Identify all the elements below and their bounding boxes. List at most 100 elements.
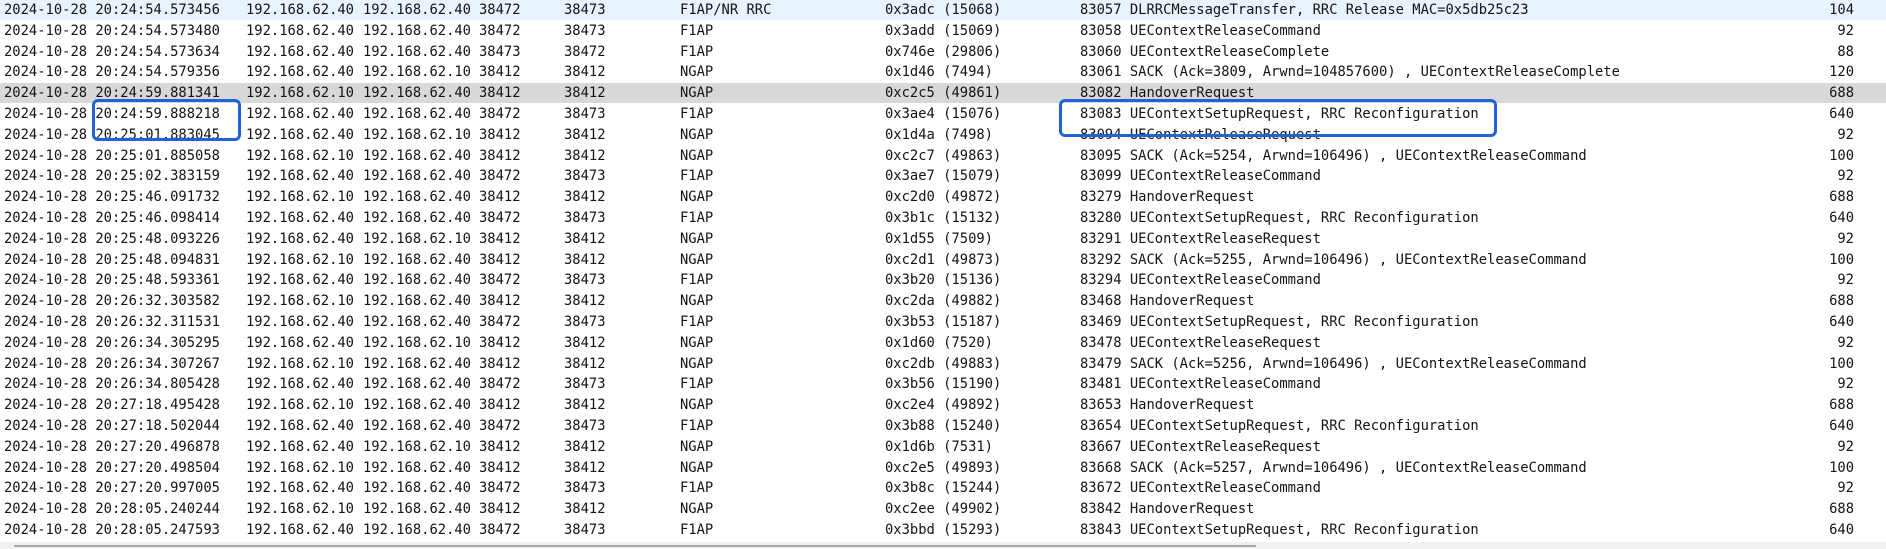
protocol-cell: NGAP <box>680 230 714 247</box>
length-cell: 92 <box>1837 480 1854 497</box>
packet-row[interactable]: 2024-10-28 20:27:20.496878 192.168.62.40 1… <box>0 436 1886 457</box>
tsn-cell: 0xc2d0 (49872) <box>885 189 1002 206</box>
timestamp-cell: 2024-10-28 20:25:46.091732 <box>4 189 220 206</box>
length-cell: 120 <box>1829 64 1854 81</box>
length-cell: 640 <box>1829 210 1854 226</box>
protocol-cell: NGAP <box>680 501 714 518</box>
packet-row[interactable]: 2024-10-28 20:24:54.573634 192.168.62.40 1… <box>0 41 1886 62</box>
packet-row[interactable]: 2024-10-28 20:24:54.579356 192.168.62.40 1… <box>0 62 1886 83</box>
packet-row[interactable]: 2024-10-28 20:25:46.098414 192.168.62.40 1… <box>0 208 1886 228</box>
packet-row[interactable]: 2024-10-28 20:27:18.502044 192.168.62.40 1… <box>0 416 1886 436</box>
packet-row[interactable]: 2024-10-28 20:25:48.094831 192.168.62.10 1… <box>0 249 1886 270</box>
tsn-cell: 0x3b20 (15136) <box>885 272 1002 289</box>
packet-row[interactable]: 2024-10-28 20:26:34.305295 192.168.62.40 1… <box>0 332 1886 353</box>
protocol-cell: NGAP <box>680 459 714 476</box>
packet-list[interactable]: 2024-10-28 20:24:54.573456 192.168.62.40 1… <box>0 0 1886 549</box>
timestamp-cell: 2024-10-28 20:24:54.573456 <box>4 2 220 18</box>
destination-ip-cell: 192.168.62.40 <box>363 2 471 18</box>
source-port-cell: 38472 <box>479 480 521 497</box>
source-ip-cell: 192.168.62.10 <box>246 147 354 164</box>
packet-row[interactable]: 2024-10-28 20:27:18.495428 192.168.62.10 1… <box>0 395 1886 416</box>
length-cell: 688 <box>1829 501 1854 518</box>
length-cell: 688 <box>1829 293 1854 310</box>
packet-row[interactable]: 2024-10-28 20:25:48.093226 192.168.62.40 1… <box>0 228 1886 249</box>
timestamp-cell: 2024-10-28 20:25:48.593361 <box>4 272 220 289</box>
source-port-cell: 38472 <box>479 522 521 538</box>
source-port-cell: 38412 <box>479 397 521 414</box>
info-cell: 83280 UEContextSetupRequest, RRC Reconfi… <box>1080 210 1479 226</box>
info-cell: 83468 HandoverRequest <box>1080 293 1255 310</box>
destination-port-cell: 38412 <box>564 189 606 206</box>
packet-row[interactable]: 2024-10-28 20:25:46.091732 192.168.62.10 1… <box>0 187 1886 208</box>
destination-ip-cell: 192.168.62.40 <box>363 522 471 538</box>
packet-row[interactable]: 2024-10-28 20:26:34.307267 192.168.62.10 1… <box>0 353 1886 374</box>
packet-row[interactable]: 2024-10-28 20:24:59.881341 192.168.62.10 1… <box>0 83 1886 104</box>
source-port-cell: 38412 <box>479 126 521 143</box>
destination-port-cell: 38473 <box>564 106 606 122</box>
packet-row[interactable]: 2024-10-28 20:26:32.311531 192.168.62.40 1… <box>0 312 1886 332</box>
horizontal-scrollbar[interactable] <box>0 542 1886 549</box>
timestamp-cell: 2024-10-28 20:24:54.579356 <box>4 64 220 81</box>
length-cell: 92 <box>1837 168 1854 185</box>
source-port-cell: 38412 <box>479 293 521 310</box>
protocol-cell: F1AP <box>680 480 714 497</box>
packet-row[interactable]: 2024-10-28 20:25:48.593361 192.168.62.40 1… <box>0 270 1886 291</box>
source-port-cell: 38412 <box>479 334 521 351</box>
length-cell: 100 <box>1829 251 1854 268</box>
packet-row[interactable]: 2024-10-28 20:25:02.383159 192.168.62.40 1… <box>0 166 1886 187</box>
destination-ip-cell: 192.168.62.10 <box>363 438 471 455</box>
timestamp-cell: 2024-10-28 20:27:20.496878 <box>4 438 220 455</box>
length-cell: 92 <box>1837 334 1854 351</box>
destination-ip-cell: 192.168.62.10 <box>363 334 471 351</box>
packet-row[interactable]: 2024-10-28 20:25:01.885058 192.168.62.10 1… <box>0 145 1886 166</box>
scrollbar-thumb[interactable] <box>14 545 1256 547</box>
tsn-cell: 0x3adc (15068) <box>885 2 1002 18</box>
packet-row[interactable]: 2024-10-28 20:26:34.805428 192.168.62.40 1… <box>0 374 1886 395</box>
packet-row[interactable]: 2024-10-28 20:27:20.997005 192.168.62.40 1… <box>0 478 1886 499</box>
length-cell: 100 <box>1829 147 1854 164</box>
info-cell: 83843 UEContextSetupRequest, RRC Reconfi… <box>1080 522 1479 538</box>
destination-port-cell: 38412 <box>564 355 606 372</box>
destination-port-cell: 38473 <box>564 272 606 289</box>
destination-port-cell: 38412 <box>564 459 606 476</box>
protocol-cell: F1AP <box>680 43 714 60</box>
destination-ip-cell: 192.168.62.40 <box>363 376 471 393</box>
destination-ip-cell: 192.168.62.40 <box>363 85 471 102</box>
timestamp-cell: 2024-10-28 20:27:20.997005 <box>4 480 220 497</box>
timestamp-cell: 2024-10-28 20:27:20.498504 <box>4 459 220 476</box>
tsn-cell: 0xc2e5 (49893) <box>885 459 1002 476</box>
source-ip-cell: 192.168.62.40 <box>246 126 354 143</box>
destination-ip-cell: 192.168.62.40 <box>363 43 471 60</box>
destination-ip-cell: 192.168.62.40 <box>363 22 471 39</box>
info-cell: 83095 SACK (Ack=5254, Arwnd=106496) , UE… <box>1080 147 1587 164</box>
source-port-cell: 38472 <box>479 314 521 330</box>
destination-ip-cell: 192.168.62.40 <box>363 106 471 122</box>
source-ip-cell: 192.168.62.10 <box>246 293 354 310</box>
tsn-cell: 0xc2e4 (49892) <box>885 397 1002 414</box>
destination-port-cell: 38412 <box>564 126 606 143</box>
destination-port-cell: 38473 <box>564 522 606 538</box>
packet-row[interactable]: 2024-10-28 20:24:59.888218 192.168.62.40 1… <box>0 104 1886 124</box>
source-port-cell: 38472 <box>479 210 521 226</box>
packet-row[interactable]: 2024-10-28 20:26:32.303582 192.168.62.10 1… <box>0 291 1886 312</box>
timestamp-cell: 2024-10-28 20:26:34.307267 <box>4 355 220 372</box>
info-cell: 83061 SACK (Ack=3809, Arwnd=104857600) ,… <box>1080 64 1620 81</box>
destination-port-cell: 38412 <box>564 438 606 455</box>
packet-row[interactable]: 2024-10-28 20:24:54.573480 192.168.62.40 1… <box>0 20 1886 41</box>
packet-row[interactable]: 2024-10-28 20:27:20.498504 192.168.62.10 1… <box>0 457 1886 478</box>
destination-port-cell: 38412 <box>564 147 606 164</box>
info-cell: 83668 SACK (Ack=5257, Arwnd=106496) , UE… <box>1080 459 1587 476</box>
highlight-box-info <box>1059 99 1497 137</box>
destination-port-cell: 38472 <box>564 43 606 60</box>
packet-row[interactable]: 2024-10-28 20:25:01.883045 192.168.62.40 1… <box>0 124 1886 145</box>
packet-row[interactable]: 2024-10-28 20:24:54.573456 192.168.62.40 1… <box>0 0 1886 20</box>
packet-row[interactable]: 2024-10-28 20:28:05.247593 192.168.62.40 1… <box>0 520 1886 540</box>
tsn-cell: 0x3b88 (15240) <box>885 418 1002 434</box>
protocol-cell: NGAP <box>680 293 714 310</box>
packet-row[interactable]: 2024-10-28 20:28:05.240244 192.168.62.10 1… <box>0 499 1886 520</box>
tsn-cell: 0xc2ee (49902) <box>885 501 1002 518</box>
destination-port-cell: 38412 <box>564 501 606 518</box>
timestamp-cell: 2024-10-28 20:25:46.098414 <box>4 210 220 226</box>
info-cell: 83653 HandoverRequest <box>1080 397 1255 414</box>
destination-ip-cell: 192.168.62.40 <box>363 501 471 518</box>
